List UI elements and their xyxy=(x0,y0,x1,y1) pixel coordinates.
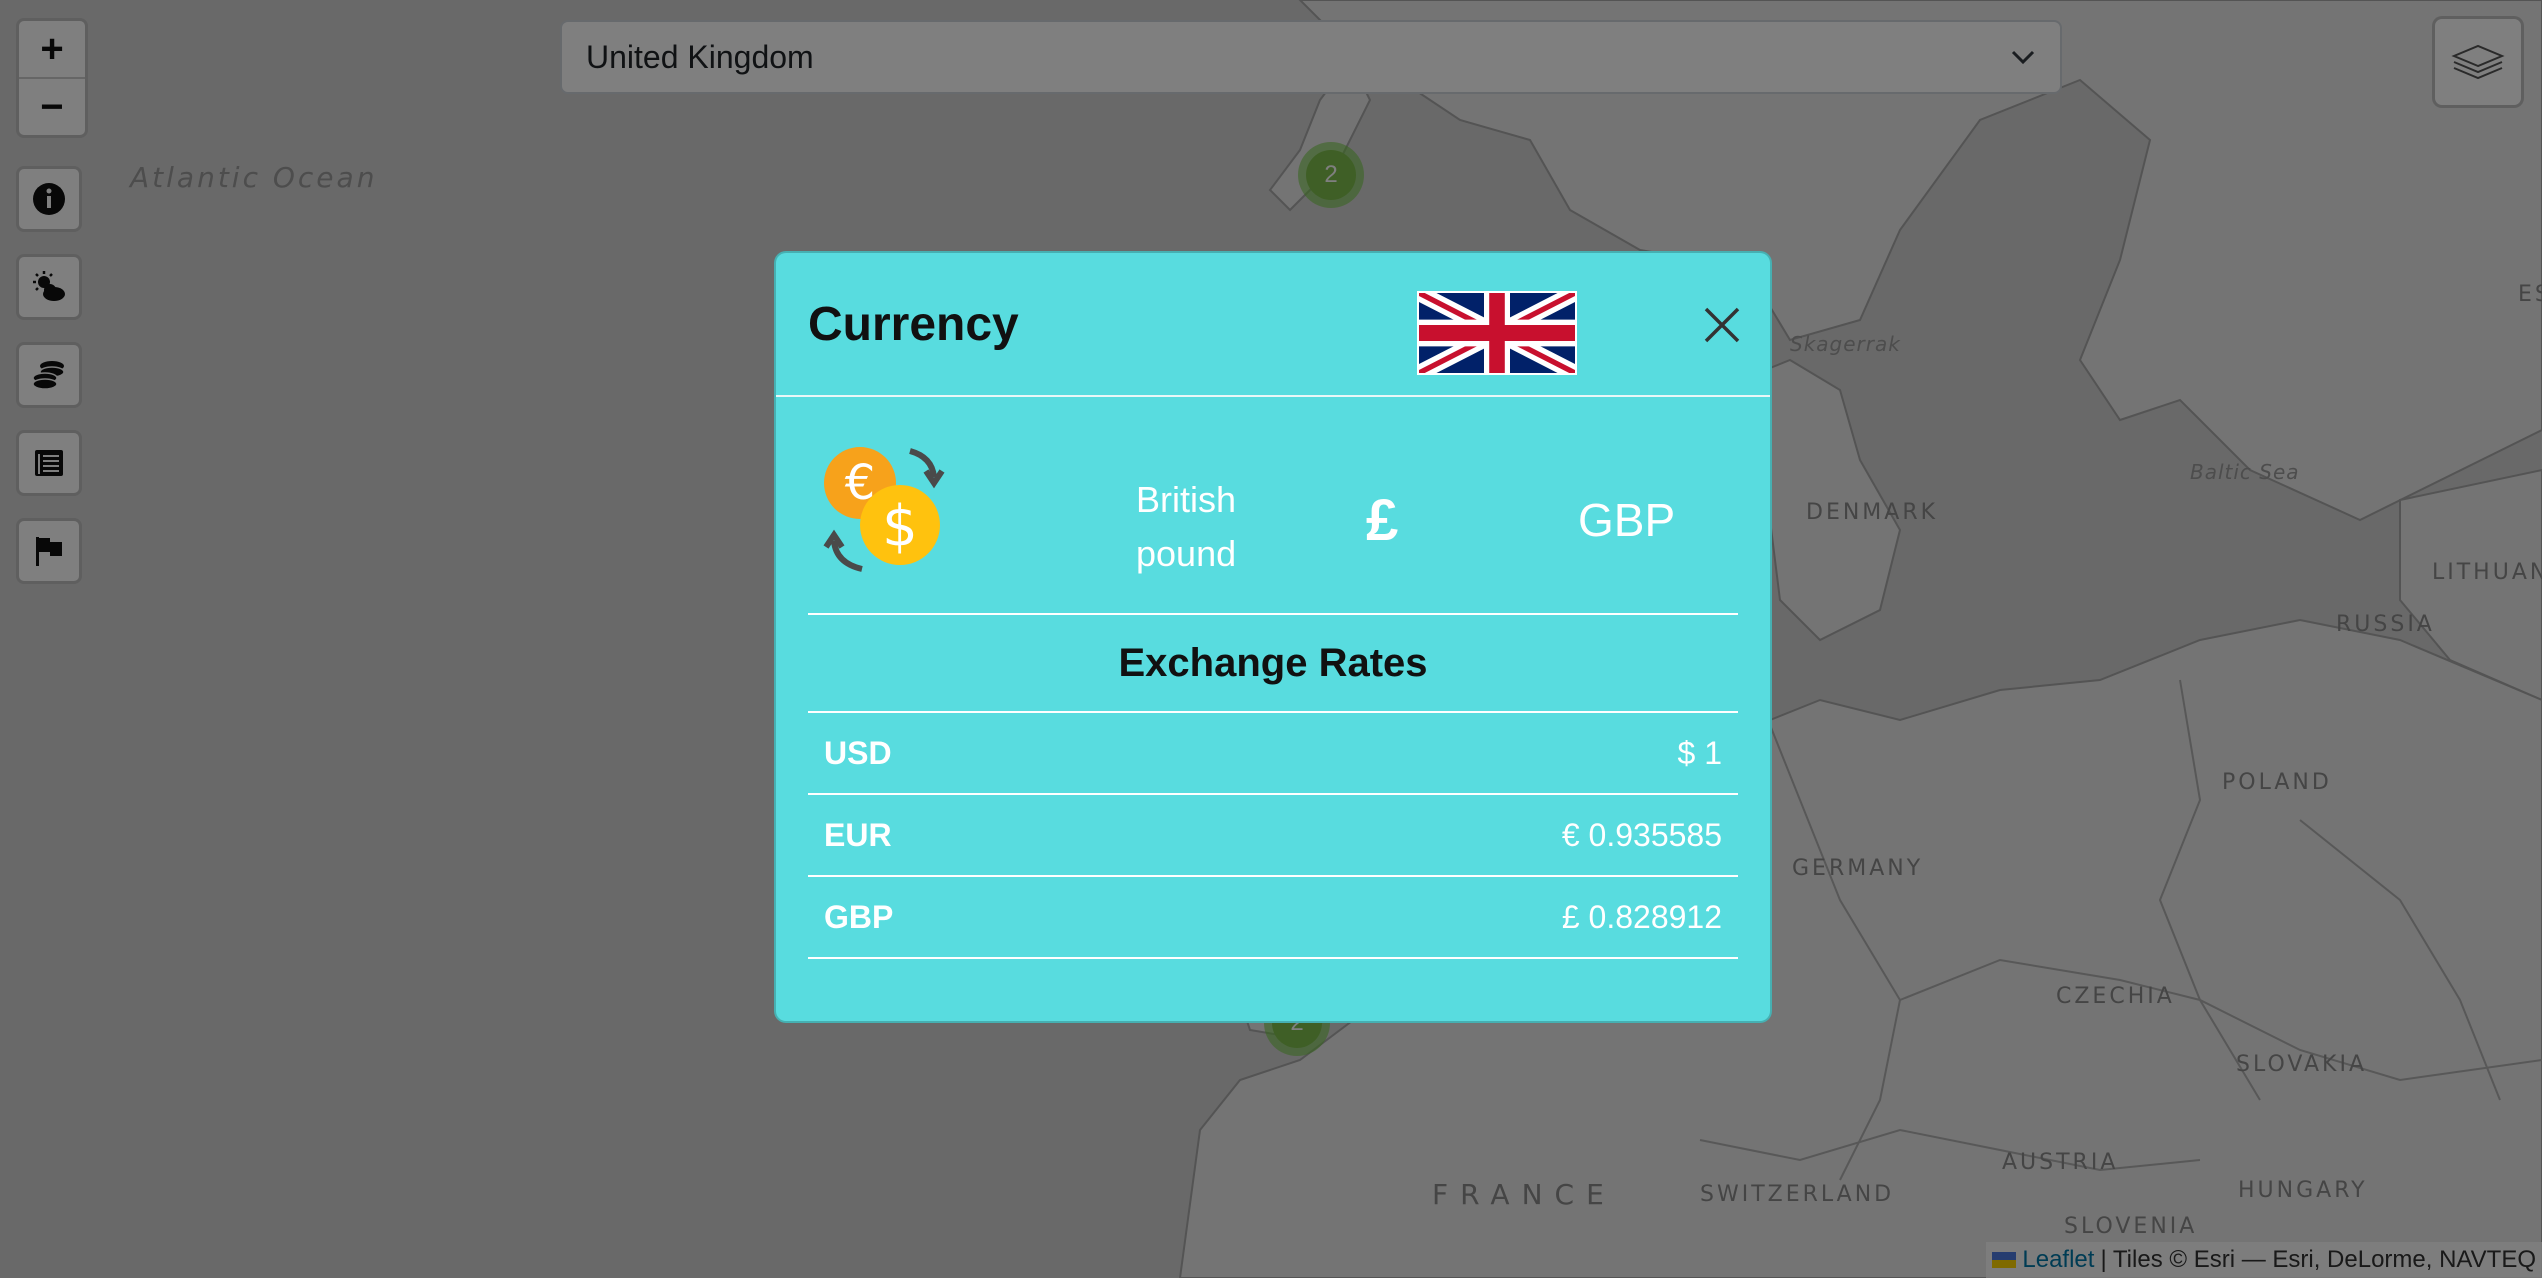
currency-modal: Currency € $ British pound £ GBP Exchang… xyxy=(774,251,1772,1023)
svg-text:$: $ xyxy=(882,494,918,559)
rate-value: £ 0.828912 xyxy=(1561,898,1722,935)
rate-code: EUR xyxy=(824,816,892,853)
rate-code: USD xyxy=(824,734,892,771)
uk-flag-icon xyxy=(1417,291,1577,375)
modal-title: Currency xyxy=(808,298,1019,351)
rate-row-usd: USD $ 1 xyxy=(808,713,1738,795)
modal-body: € $ British pound £ GBP Exchange Rates U… xyxy=(776,397,1770,959)
currency-symbol: £ xyxy=(1366,488,1399,553)
rate-value: € 0.935585 xyxy=(1561,816,1722,853)
rate-value: $ 1 xyxy=(1677,734,1722,771)
rate-row-eur: EUR € 0.935585 xyxy=(808,795,1738,877)
currency-exchange-icon: € $ xyxy=(823,447,945,572)
currency-name: British pound xyxy=(1136,479,1237,574)
currency-info-row: € $ British pound £ GBP xyxy=(808,397,1738,615)
rate-code: GBP xyxy=(824,898,894,935)
exchange-rates-title: Exchange Rates xyxy=(808,615,1738,713)
currency-code: GBP xyxy=(1578,494,1676,546)
rate-row-gbp: GBP £ 0.828912 xyxy=(808,877,1738,959)
close-icon[interactable] xyxy=(1700,303,1744,347)
modal-header: Currency xyxy=(776,253,1770,397)
